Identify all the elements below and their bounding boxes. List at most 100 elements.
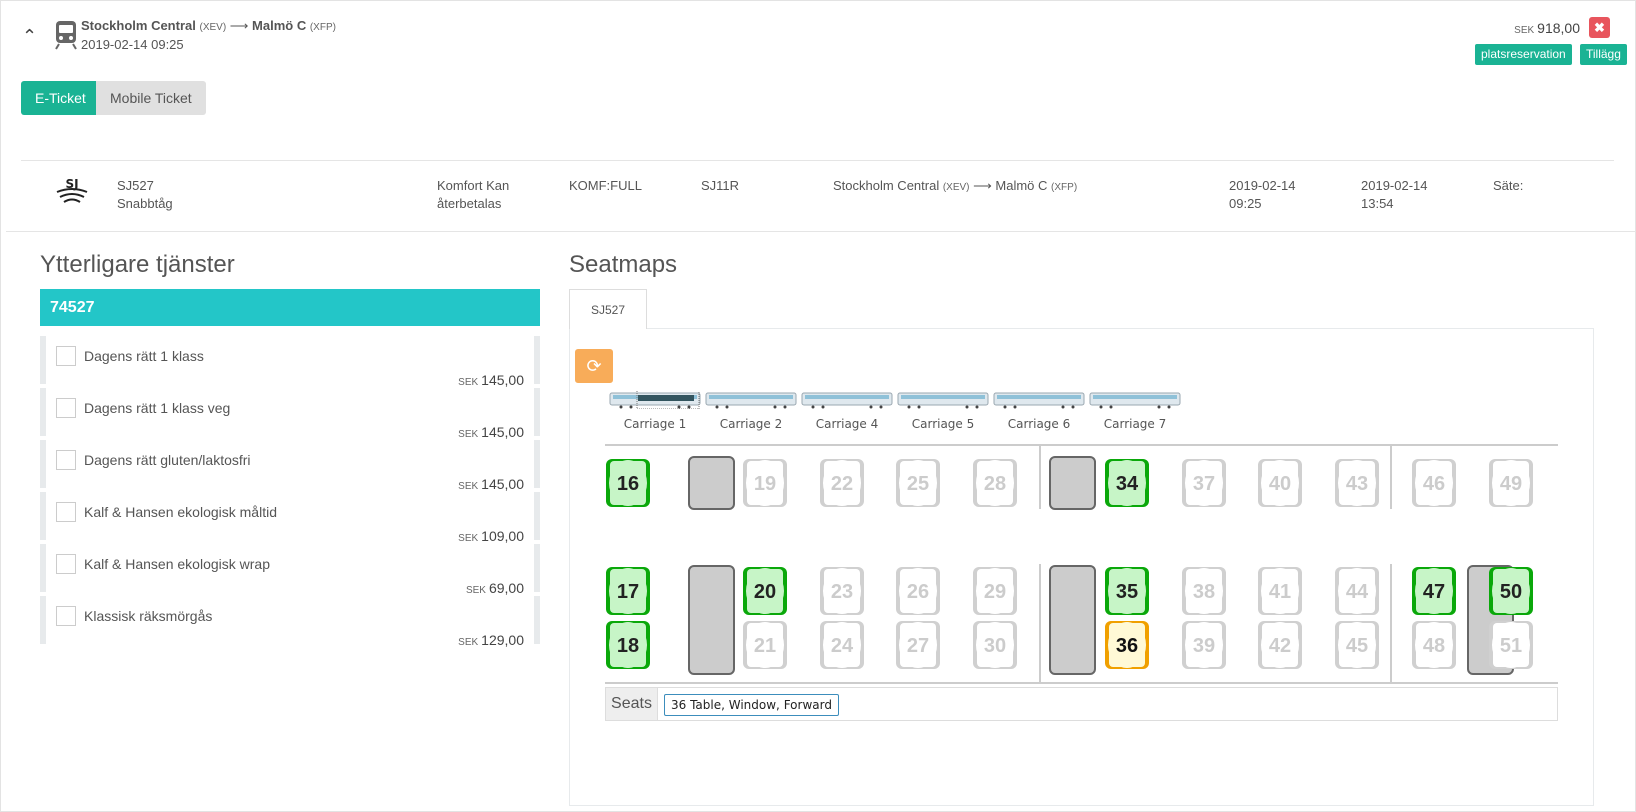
service-border [40,544,46,592]
service-amount: 145,00 [481,476,524,492]
seat-number: 39 [1193,635,1215,657]
service-currency: SEK [465,585,486,596]
price-amount: 918,00 [1537,20,1580,36]
segment-class: Komfort Kan återbetalas [437,177,509,213]
seat-number: 34 [1116,473,1139,495]
seat-number: 24 [831,635,854,657]
arrival-time: 13:54 [1361,196,1394,211]
seat-number: 48 [1423,635,1445,657]
service-amount: 145,00 [481,424,524,440]
service-border [534,596,540,644]
service-item[interactable]: Dagens rätt gluten/laktosfri SEK 145,00 [40,440,540,492]
class-line2: återbetalas [437,196,502,211]
seatmaps-title: Seatmaps [569,251,678,278]
seat-number: 35 [1116,581,1138,603]
carriage-label: Carriage 7 [1103,417,1167,431]
journey-price: SEK 918,00 [1514,20,1580,36]
seat-number: 44 [1346,581,1369,603]
journey-route: Stockholm Central (XEV) ⟶ Malmö C (XFP) [81,18,336,34]
service-checkbox[interactable] [56,346,76,366]
fare-code: KOMF:FULL [569,178,642,193]
seat-number: 41 [1269,581,1291,603]
seat-number: 50 [1500,581,1522,603]
service-price: SEK 69,00 [466,580,524,596]
tag-tillagg[interactable]: Tillägg [1580,44,1627,65]
tab-mobile-ticket[interactable]: Mobile Ticket [96,81,206,115]
carriage-icon [897,392,989,409]
carriage-tab[interactable]: Carriage 1 [609,389,701,431]
refresh-button[interactable]: ⟳ [575,349,613,383]
carriage-icon [609,389,701,410]
segment-arrival: 2019-02-14 13:54 [1361,177,1428,213]
product-code: SJ11R [701,178,740,193]
segment-to-code: (XFP) [1051,182,1078,193]
service-checkbox[interactable] [56,398,76,418]
service-currency: SEK [458,481,479,492]
route-arrow-icon: ⟶ [973,178,992,193]
carriage-icon [705,392,797,409]
remove-journey-button[interactable]: ✖ [1589,17,1610,38]
service-border [534,544,540,592]
journey-from: Stockholm Central [81,18,196,33]
service-checkbox[interactable] [56,554,76,574]
segment-to: Malmö C [995,178,1048,193]
service-name: Dagens rätt 1 klass veg [84,400,231,416]
seat-number: 38 [1193,581,1215,603]
journey-to: Malmö C [252,18,307,33]
seat-map: 16 19 22 25 28 34 37 40 43 46 49 17 20 23 26 29 35 38 41 44… [605,444,1558,684]
service-border [40,492,46,540]
seat-number: 40 [1269,473,1291,495]
service-item[interactable]: Klassisk räksmörgås SEK 129,00 [40,596,540,648]
tab-e-ticket[interactable]: E-Ticket [21,81,100,115]
service-amount: 145,00 [481,372,524,388]
seat-number: 22 [831,473,853,495]
carriage-tab[interactable]: Carriage 2 [705,391,797,431]
service-name: Klassisk räksmörgås [84,608,213,624]
seats-label: Seats [606,688,658,720]
seat-number: 19 [754,473,776,495]
departure-date: 2019-02-14 [1229,178,1296,193]
service-item[interactable]: Dagens rätt 1 klass SEK 145,00 [40,336,540,388]
selected-seat-chip[interactable]: 36 Table, Window, Forward [664,694,839,716]
arrival-date: 2019-02-14 [1361,178,1428,193]
carriage-tab[interactable]: Carriage 4 [801,391,893,431]
seat-number: 18 [617,635,639,657]
service-checkbox[interactable] [56,450,76,470]
service-price: SEK 145,00 [458,476,524,492]
service-item[interactable]: Dagens rätt 1 klass veg SEK 145,00 [40,388,540,440]
service-name: Kalf & Hansen ekologisk wrap [84,556,270,572]
service-currency: SEK [458,637,479,648]
tag-platsreservation[interactable]: platsreservation [1475,44,1572,65]
segment-train: SJ527 Snabbtåg [117,177,173,213]
tab-sj527[interactable]: SJ527 [569,289,647,329]
service-border [534,492,540,540]
carriage-icon [993,392,1085,409]
seat-number: 36 [1116,635,1138,657]
class-line1: Komfort Kan [437,178,510,193]
carriage-label: Carriage 2 [719,417,783,431]
table [1049,565,1096,675]
seat-number: 16 [617,473,639,495]
seat-number: 23 [831,581,853,603]
carriage-tab[interactable]: Carriage 7 [1089,391,1181,431]
divider [6,231,1636,232]
service-checkbox[interactable] [56,606,76,626]
seat-number: 37 [1193,473,1215,495]
seat-number: 27 [907,635,929,657]
collapse-chevron-icon[interactable]: ⌃ [22,26,37,47]
carriage-tab[interactable]: Carriage 5 [897,391,989,431]
service-item[interactable]: Kalf & Hansen ekologisk wrap SEK 69,00 [40,544,540,596]
seat-number: 47 [1423,581,1445,603]
carriage-label: Carriage 1 [623,417,687,431]
service-item[interactable]: Kalf & Hansen ekologisk måltid SEK 109,00 [40,492,540,544]
service-currency: SEK [458,377,479,388]
seat-number: 17 [617,581,639,603]
carriage-label: Carriage 4 [815,417,879,431]
carriage-tab[interactable]: Carriage 6 [993,391,1085,431]
service-currency: SEK [458,429,479,440]
service-checkbox[interactable] [56,502,76,522]
service-amount: 129,00 [481,632,524,648]
service-border [534,336,540,384]
service-name: Kalf & Hansen ekologisk måltid [84,504,277,520]
segment-from-code: (XEV) [942,182,970,193]
